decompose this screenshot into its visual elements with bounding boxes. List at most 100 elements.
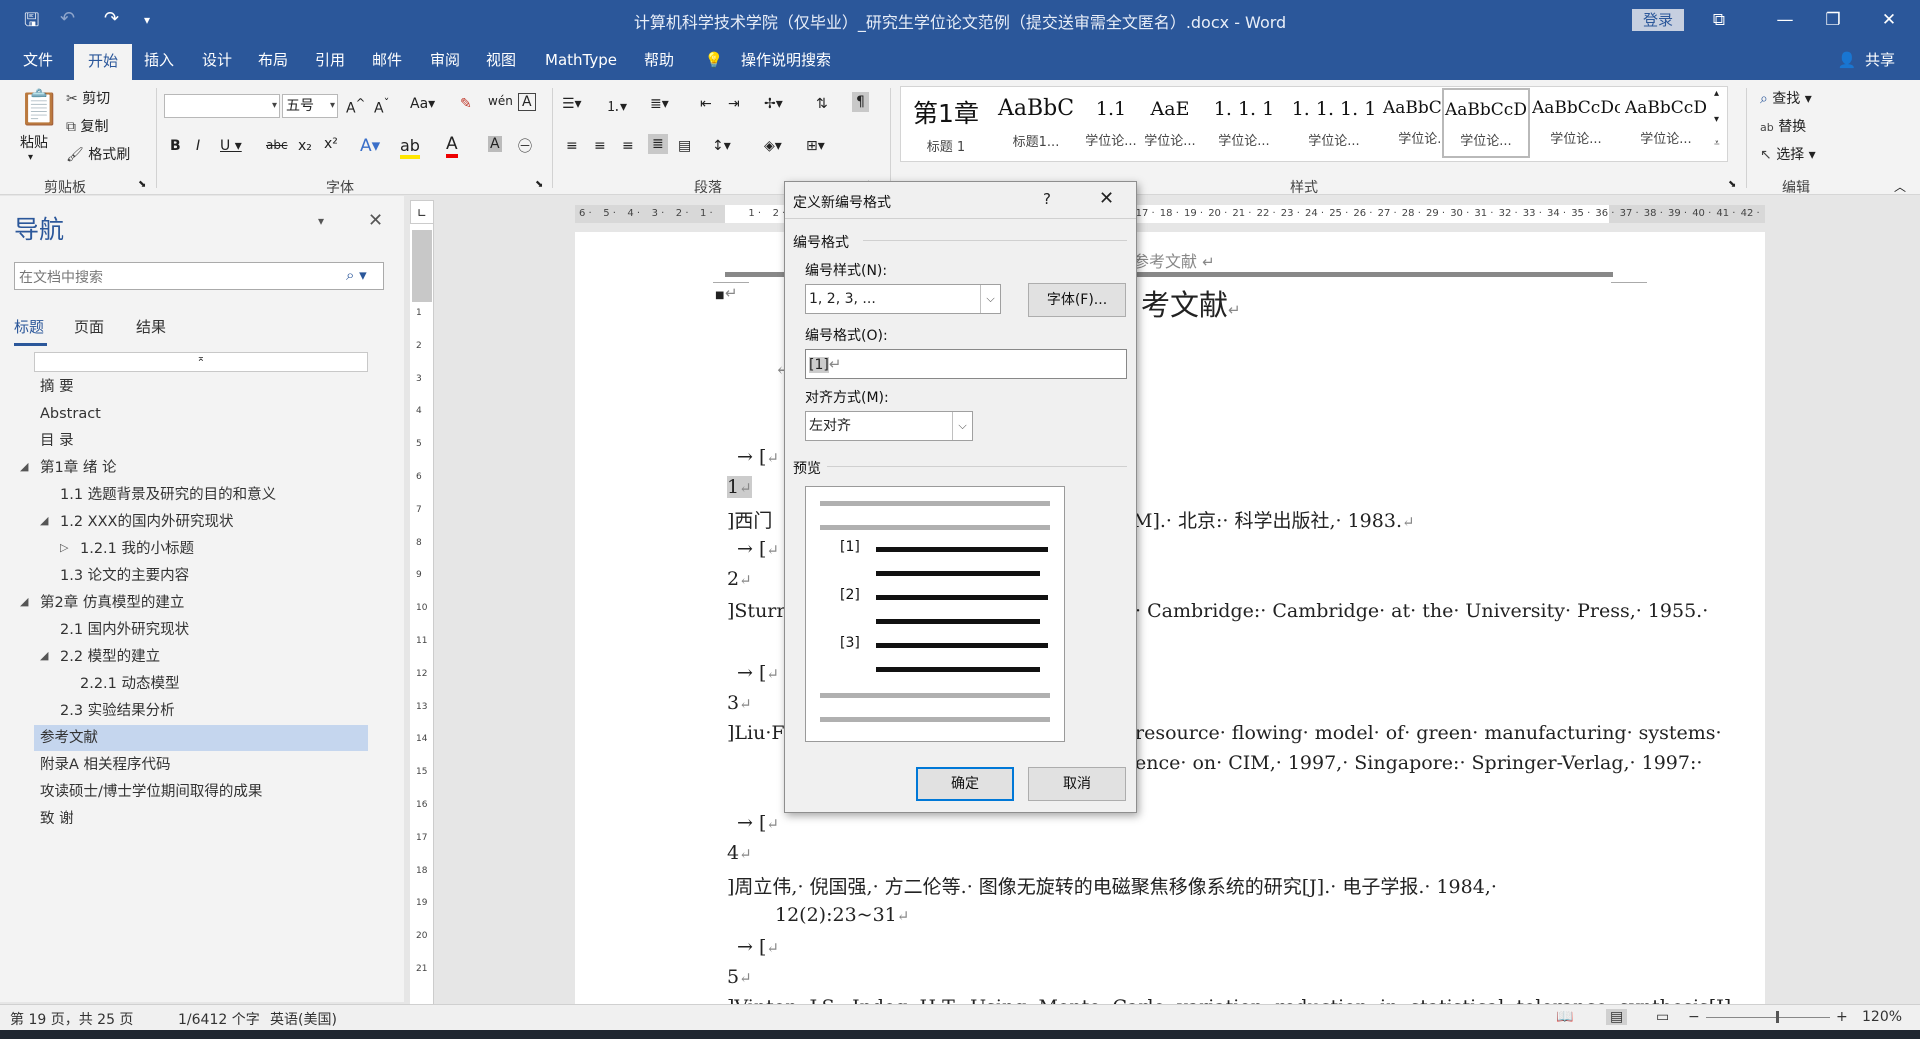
enclose-circle-icon[interactable]: ㊀ xyxy=(518,136,532,156)
superscript-button[interactable]: x² xyxy=(324,136,338,152)
font-color-icon[interactable]: A xyxy=(446,134,458,158)
nav-item-selected[interactable]: 参考文献 xyxy=(34,725,368,751)
zoom-level[interactable]: 120% xyxy=(1862,1009,1902,1025)
collapse-ribbon-icon[interactable]: ︿ xyxy=(1894,178,1906,195)
tab-layout[interactable]: 布局 xyxy=(250,40,296,80)
style-item-selected[interactable]: AaBbCcD 学位论... xyxy=(1442,88,1530,158)
sort-icon[interactable]: ⇅ xyxy=(816,96,828,112)
enclose-char-icon[interactable]: A xyxy=(518,93,536,111)
cut-button[interactable]: ✂ 剪切 xyxy=(66,88,110,108)
tab-home[interactable]: 开始 xyxy=(74,44,132,80)
grow-font-icon[interactable]: A^ xyxy=(346,96,365,117)
style-heading-1[interactable]: 第1章 标题 1 xyxy=(902,88,990,158)
tab-help[interactable]: 帮助 xyxy=(636,40,682,80)
number-style-select[interactable]: 1, 2, 3, ... ⌵ xyxy=(805,284,1001,314)
replace-button[interactable]: ab 替换 xyxy=(1760,116,1806,136)
style-item[interactable]: AaBbCcDc 学位论... xyxy=(1532,88,1620,158)
nav-item[interactable]: 1.3 论文的主要内容 xyxy=(60,563,189,589)
collapse-icon[interactable]: ◢ xyxy=(20,595,28,608)
ribbon-display-icon[interactable]: ⧉ xyxy=(1696,6,1742,34)
tab-view[interactable]: 视图 xyxy=(478,40,524,80)
close-icon[interactable]: ✕ xyxy=(1099,188,1114,209)
clipboard-launcher-icon[interactable]: ⬊ xyxy=(138,179,146,190)
gallery-up-icon[interactable]: ▴ xyxy=(1714,88,1719,99)
underline-button[interactable]: U ▾ xyxy=(220,138,242,154)
font-launcher-icon[interactable]: ⬊ xyxy=(535,179,543,190)
font-name-combo[interactable]: ▾ xyxy=(164,94,280,118)
zoom-slider[interactable] xyxy=(1706,1017,1830,1018)
char-shading-icon[interactable]: A xyxy=(488,136,502,152)
zoom-slider-thumb[interactable] xyxy=(1776,1011,1779,1023)
nav-item[interactable]: 2.1 国内外研究现状 xyxy=(60,617,189,643)
tab-selector-icon[interactable]: ∟ xyxy=(410,200,434,224)
clear-format-icon[interactable]: ✎ xyxy=(460,96,472,112)
close-icon[interactable]: ✕ xyxy=(368,210,383,231)
word-count[interactable]: 1/6412 个字 xyxy=(178,1009,260,1029)
text-effects-icon[interactable]: A▾ xyxy=(360,136,380,156)
print-layout-icon[interactable]: ▤ xyxy=(1606,1009,1628,1025)
styles-launcher-icon[interactable]: ⬊ xyxy=(1728,179,1736,190)
tab-mailings[interactable]: 邮件 xyxy=(364,40,410,80)
tab-file[interactable]: 文件 xyxy=(10,40,66,80)
font-button[interactable]: 字体(F)... xyxy=(1028,283,1126,317)
distribute-icon[interactable]: ▤ xyxy=(678,138,691,154)
collapse-icon[interactable]: ◢ xyxy=(40,649,48,662)
nav-item[interactable]: 2.3 实验结果分析 xyxy=(60,698,175,724)
style-item[interactable]: AaBbC 标题1... xyxy=(992,88,1080,158)
nav-item[interactable]: 1.2.1 我的小标题 xyxy=(80,536,194,562)
copy-button[interactable]: ⧉ 复制 xyxy=(66,116,108,136)
nav-item[interactable]: 致 谢 xyxy=(40,806,74,832)
tab-review[interactable]: 审阅 xyxy=(422,40,468,80)
number-format-input[interactable]: [1]↵ xyxy=(805,349,1127,379)
multilevel-list-icon[interactable]: ≣▾ xyxy=(650,96,669,112)
nav-item[interactable]: 2.2 模型的建立 xyxy=(60,644,160,670)
nav-item[interactable]: 1.2 XXX的国内外研究现状 xyxy=(60,509,233,535)
nav-item[interactable]: 2.2.1 动态模型 xyxy=(80,671,180,697)
page-count[interactable]: 第 19 页，共 25 页 xyxy=(10,1009,133,1029)
nav-item[interactable]: Abstract xyxy=(40,401,101,427)
subscript-button[interactable]: x₂ xyxy=(298,138,312,154)
nav-item[interactable]: 第1章 绪 论 xyxy=(40,455,116,481)
paste-icon[interactable]: 📋 xyxy=(18,88,60,128)
nav-tab-results[interactable]: 结果 xyxy=(136,316,166,337)
bold-button[interactable]: B xyxy=(170,138,181,154)
nav-item[interactable]: 附录A 相关程序代码 xyxy=(40,752,171,778)
zoom-in-button[interactable]: + xyxy=(1836,1009,1848,1025)
alignment-select[interactable]: 左对齐 ⌵ xyxy=(805,411,973,441)
align-center-icon[interactable]: ≡ xyxy=(594,138,606,154)
language-indicator[interactable]: 英语(美国) xyxy=(270,1009,337,1029)
align-right-icon[interactable]: ≡ xyxy=(622,138,634,154)
style-item[interactable]: AaBbCcD 学位论... xyxy=(1622,88,1710,158)
style-item[interactable]: 1. 1. 1 学位论... xyxy=(1200,88,1288,158)
chinese-layout-icon[interactable]: ✢▾ xyxy=(764,96,783,112)
numbering-icon[interactable]: ⒈▾ xyxy=(606,96,627,116)
minimize-button[interactable]: — xyxy=(1762,6,1808,34)
decrease-indent-icon[interactable]: ⇤ xyxy=(700,96,712,112)
paste-dropdown-icon[interactable]: ▾ xyxy=(28,152,33,163)
format-painter-button[interactable]: 🖌 格式刷 xyxy=(66,144,130,164)
close-window-button[interactable]: ✕ xyxy=(1866,6,1912,34)
nav-item[interactable]: 攻读硕士/博士学位期间取得的成果 xyxy=(40,779,262,805)
style-item[interactable]: 1. 1. 1. 1 学位论... xyxy=(1290,88,1378,158)
highlight-icon[interactable]: ab xyxy=(400,136,420,159)
login-button[interactable]: 登录 xyxy=(1632,9,1684,31)
paste-button[interactable]: 粘贴 xyxy=(20,132,48,152)
cancel-button[interactable]: 取消 xyxy=(1028,767,1126,801)
collapse-icon[interactable]: ◢ xyxy=(40,514,48,527)
style-item[interactable]: 1.1 学位论... xyxy=(1082,88,1140,158)
phonetic-guide-icon[interactable]: wén xyxy=(488,94,513,108)
increase-indent-icon[interactable]: ⇥ xyxy=(728,96,740,112)
font-size-combo[interactable]: 五号 ▾ xyxy=(282,94,338,118)
ok-button[interactable]: 确定 xyxy=(916,767,1014,801)
nav-item[interactable]: 第2章 仿真模型的建立 xyxy=(40,590,184,616)
line-spacing-icon[interactable]: ↕▾ xyxy=(712,138,731,154)
shading-icon[interactable]: ◈▾ xyxy=(764,138,782,154)
nav-tab-headings[interactable]: 标题 xyxy=(14,316,44,337)
italic-button[interactable]: I xyxy=(196,138,200,154)
strikethrough-button[interactable]: abc xyxy=(266,138,288,152)
web-layout-icon[interactable]: ▭ xyxy=(1656,1009,1669,1025)
nav-tab-pages[interactable]: 页面 xyxy=(74,316,104,337)
justify-icon[interactable]: ≣ xyxy=(648,134,668,154)
maximize-button[interactable]: ❐ xyxy=(1810,6,1856,34)
bullets-icon[interactable]: ☰▾ xyxy=(562,96,582,112)
